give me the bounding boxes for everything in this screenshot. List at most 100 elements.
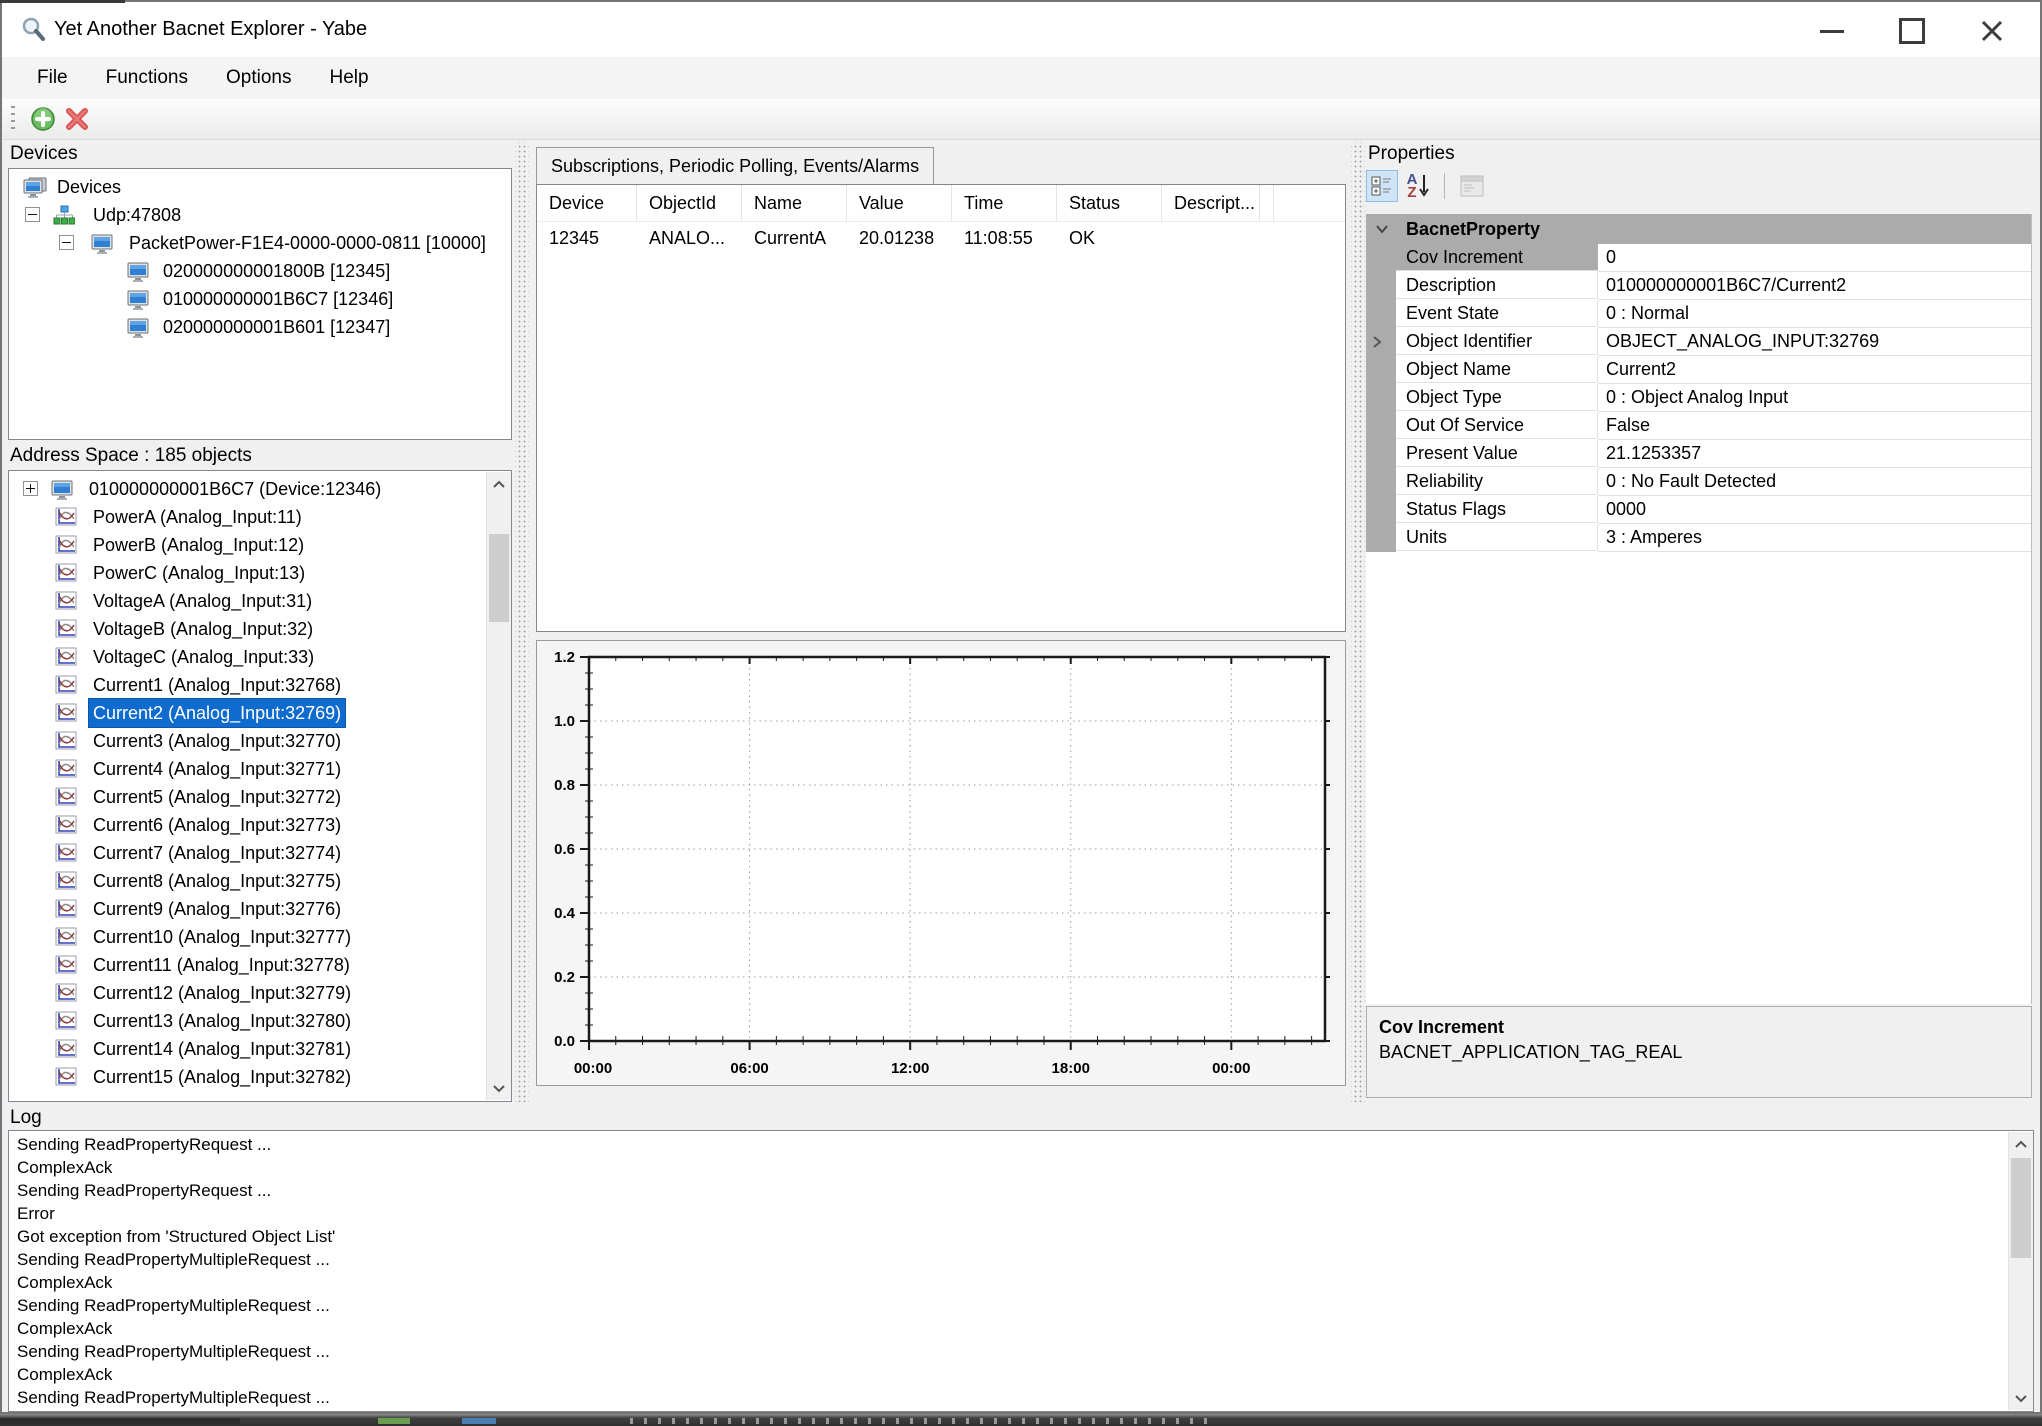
menu-item-file[interactable]: File — [18, 57, 87, 99]
categorized-button[interactable] — [1366, 170, 1398, 202]
tree-node[interactable]: Udp:47808 — [9, 201, 511, 229]
tree-node-label: Current9 (Analog_Input:32776) — [89, 895, 345, 923]
property-value[interactable]: 21.1253357 — [1598, 440, 2031, 468]
property-value[interactable]: 0 — [1598, 244, 2031, 272]
property-value[interactable]: 0000 — [1598, 496, 2031, 524]
property-row-object-identifier[interactable]: Object IdentifierOBJECT_ANALOG_INPUT:327… — [1366, 328, 2031, 356]
property-value[interactable]: 0 : Object Analog Input — [1598, 384, 2031, 412]
expand-chevron-icon[interactable] — [1370, 335, 1384, 349]
property-row-event-state[interactable]: Event State0 : Normal — [1366, 300, 2031, 328]
tree-node[interactable]: Devices — [9, 173, 511, 201]
tree-node[interactable]: Current7 (Analog_Input:32774) — [9, 839, 486, 867]
tree-node[interactable]: PowerB (Analog_Input:12) — [9, 531, 486, 559]
property-row-object-type[interactable]: Object Type0 : Object Analog Input — [1366, 384, 2031, 412]
column-header-status[interactable]: Status — [1057, 185, 1162, 221]
right-splitter[interactable] — [1351, 142, 1365, 1102]
scroll-up-icon[interactable] — [487, 472, 511, 496]
tree-node[interactable]: Current15 (Analog_Input:32782) — [9, 1063, 486, 1091]
alphabetical-sort-button[interactable]: AZ — [1402, 170, 1434, 202]
tree-expander-plus-icon[interactable] — [23, 481, 38, 496]
tree-node[interactable]: 010000000001B6C7 [12346] — [9, 285, 511, 313]
tree-node[interactable]: Current12 (Analog_Input:32779) — [9, 979, 486, 1007]
menu-item-functions[interactable]: Functions — [87, 57, 207, 99]
property-row-units[interactable]: Units3 : Amperes — [1366, 524, 2031, 552]
property-row-cov-increment[interactable]: Cov Increment0 — [1366, 244, 2031, 272]
column-header-device[interactable]: Device — [537, 185, 637, 221]
menu-item-help[interactable]: Help — [310, 57, 387, 99]
tree-expander-minus-icon[interactable] — [59, 235, 74, 250]
column-header-name[interactable]: Name — [742, 185, 847, 221]
column-header-objectid[interactable]: ObjectId — [637, 185, 742, 221]
scrollbar-thumb[interactable] — [489, 534, 509, 622]
scrollbar-thumb[interactable] — [2011, 1158, 2031, 1258]
tree-node[interactable]: 020000000001800B [12345] — [9, 257, 511, 285]
tree-node[interactable]: PacketPower-F1E4-0000-0000-0811 [10000] — [9, 229, 511, 257]
property-value[interactable]: False — [1598, 412, 2031, 440]
property-row-reliability[interactable]: Reliability0 : No Fault Detected — [1366, 468, 2031, 496]
tree-node-label: Current11 (Analog_Input:32778) — [89, 951, 354, 979]
tree-node[interactable]: 010000000001B6C7 (Device:12346) — [9, 475, 486, 503]
column-header-extra[interactable] — [1260, 185, 1274, 221]
column-header-time[interactable]: Time — [952, 185, 1057, 221]
log-scrollbar[interactable] — [2008, 1132, 2033, 1410]
tree-node[interactable]: Current3 (Analog_Input:32770) — [9, 727, 486, 755]
property-row-object-name[interactable]: Object NameCurrent2 — [1366, 356, 2031, 384]
listview-header: DeviceObjectIdNameValueTimeStatusDescrip… — [537, 185, 1345, 222]
analog-icon — [55, 535, 77, 555]
tree-node[interactable]: Current2 (Analog_Input:32769) — [9, 699, 486, 727]
close-button[interactable] — [1960, 10, 2024, 52]
add-device-button[interactable] — [28, 104, 58, 134]
address-scrollbar[interactable] — [486, 472, 511, 1100]
property-value[interactable]: 0 : Normal — [1598, 300, 2031, 328]
scroll-up-icon[interactable] — [2009, 1132, 2033, 1156]
tree-expander-minus-icon[interactable] — [25, 207, 40, 222]
property-value[interactable]: 0 : No Fault Detected — [1598, 468, 2031, 496]
property-row-description[interactable]: Description010000000001B6C7/Current2 — [1366, 272, 2031, 300]
tree-node[interactable]: Current8 (Analog_Input:32775) — [9, 867, 486, 895]
tab-subscriptions[interactable]: Subscriptions, Periodic Polling, Events/… — [536, 147, 934, 185]
tree-node[interactable]: VoltageC (Analog_Input:33) — [9, 643, 486, 671]
property-value[interactable]: 010000000001B6C7/Current2 — [1598, 272, 2031, 300]
subscription-cell: CurrentA — [742, 221, 847, 255]
tree-node[interactable]: Current14 (Analog_Input:32781) — [9, 1035, 486, 1063]
tree-node[interactable]: Current4 (Analog_Input:32771) — [9, 755, 486, 783]
property-value[interactable]: Current2 — [1598, 356, 2031, 384]
property-category-header[interactable]: BacnetProperty — [1366, 214, 2031, 244]
scroll-down-icon[interactable] — [2009, 1386, 2033, 1410]
column-header-descript[interactable]: Descript... — [1162, 185, 1260, 221]
property-value[interactable]: 3 : Amperes — [1598, 524, 2031, 552]
left-splitter[interactable] — [515, 142, 529, 1102]
property-row-status-flags[interactable]: Status Flags0000 — [1366, 496, 2031, 524]
tree-node[interactable]: PowerA (Analog_Input:11) — [9, 503, 486, 531]
tree-node[interactable]: Current5 (Analog_Input:32772) — [9, 783, 486, 811]
property-pages-button[interactable] — [1456, 170, 1488, 202]
tree-node[interactable]: Current13 (Analog_Input:32780) — [9, 1007, 486, 1035]
tree-node[interactable]: Current6 (Analog_Input:32773) — [9, 811, 486, 839]
tree-node[interactable]: Current11 (Analog_Input:32778) — [9, 951, 486, 979]
maximize-button[interactable] — [1880, 10, 1944, 52]
tree-node[interactable]: VoltageB (Analog_Input:32) — [9, 615, 486, 643]
menu-item-options[interactable]: Options — [207, 57, 310, 99]
toolbar-grip[interactable] — [11, 106, 15, 132]
remove-device-button[interactable] — [62, 104, 92, 134]
tree-node[interactable]: 020000000001B601 [12347] — [9, 313, 511, 341]
log-line: Sending ReadPropertyMultipleRequest ... — [17, 1294, 2003, 1317]
collapse-chevron-icon[interactable] — [1374, 221, 1390, 237]
subscription-row[interactable]: 12345ANALO...CurrentA20.0123811:08:55OK — [537, 221, 1345, 255]
property-row-present-value[interactable]: Present Value21.1253357 — [1366, 440, 2031, 468]
column-header-value[interactable]: Value — [847, 185, 952, 221]
app-logo-magnifier-icon — [20, 16, 47, 43]
network-icon — [53, 205, 75, 225]
tree-node-label: PacketPower-F1E4-0000-0000-0811 [10000] — [125, 229, 490, 257]
property-value[interactable]: OBJECT_ANALOG_INPUT:32769 — [1598, 328, 2031, 356]
tree-node[interactable]: PowerC (Analog_Input:13) — [9, 559, 486, 587]
red-cross-icon — [64, 106, 90, 132]
minimize-button[interactable] — [1800, 10, 1864, 52]
tree-node[interactable]: Current9 (Analog_Input:32776) — [9, 895, 486, 923]
tree-node[interactable]: Current1 (Analog_Input:32768) — [9, 671, 486, 699]
scroll-down-icon[interactable] — [487, 1076, 511, 1100]
property-row-out-of-service[interactable]: Out Of ServiceFalse — [1366, 412, 2031, 440]
minimize-icon — [1820, 30, 1844, 33]
tree-node[interactable]: VoltageA (Analog_Input:31) — [9, 587, 486, 615]
tree-node[interactable]: Current10 (Analog_Input:32777) — [9, 923, 486, 951]
